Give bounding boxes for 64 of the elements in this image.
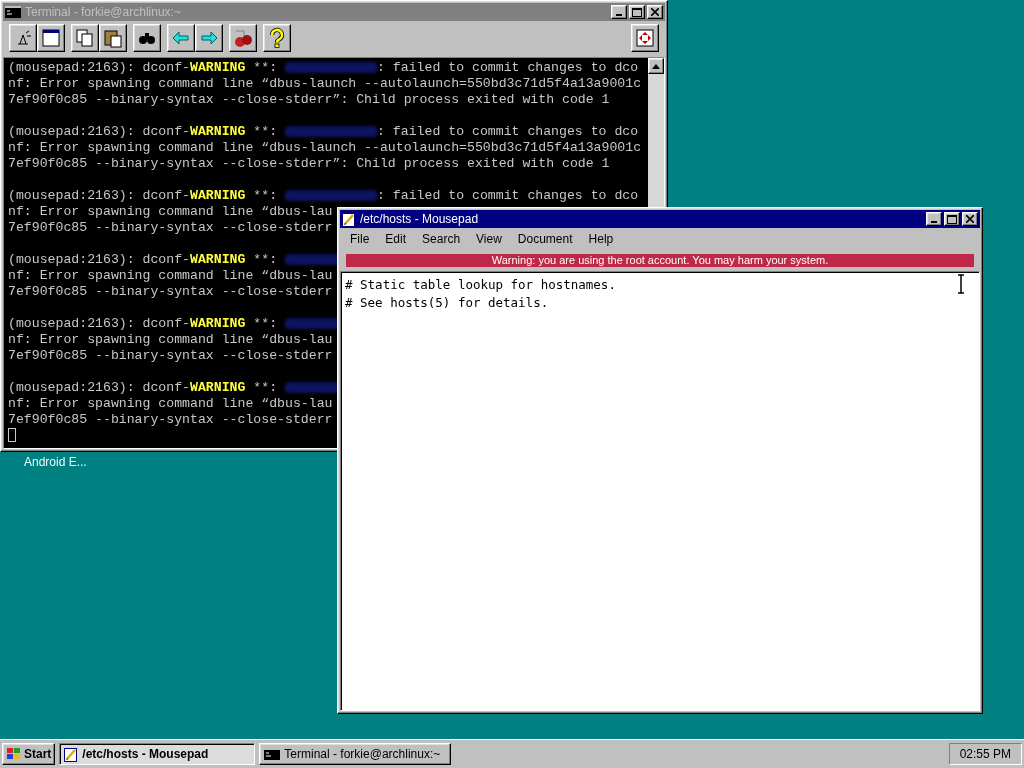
desktop-icon-label[interactable]: Android E... <box>24 455 87 469</box>
menu-item[interactable]: File <box>342 232 378 246</box>
terminal-line: nf: Error spawning command line “dbus-launch --autolaunch=550bd3c71d5f4a13a9001c <box>8 140 642 156</box>
text-line: # Static table lookup for hostnames. <box>345 276 616 294</box>
terminal-line: 7ef90f0c85 --binary-syntax --close-stderr <box>8 348 333 364</box>
terminal-icon <box>264 748 281 760</box>
window-icon <box>40 27 62 49</box>
menu-item[interactable]: Search <box>414 232 469 246</box>
terminal-icon <box>5 6 21 18</box>
up-arrow-icon <box>652 63 660 69</box>
window-title: /etc/hosts - Mousepad <box>360 212 479 226</box>
taskbar-button[interactable]: /etc/hosts - Mousepad <box>59 743 256 765</box>
back-button[interactable] <box>167 24 195 52</box>
terminal-line: nf: Error spawning command line “dbus-lau <box>8 268 333 284</box>
text-line: # See hosts(5) for details. <box>345 294 549 312</box>
clock: 02:55 PM <box>948 743 1022 765</box>
minimize-button[interactable] <box>611 5 627 19</box>
help-button[interactable] <box>263 24 291 52</box>
menu-item[interactable]: Help <box>580 232 622 246</box>
find-button[interactable] <box>133 24 161 52</box>
maximize-icon <box>947 214 957 224</box>
terminal-line: 7ef90f0c85 --binary-syntax --close-stderr <box>8 284 333 300</box>
maximize-icon <box>632 7 642 17</box>
flag-icon <box>6 747 22 761</box>
ibeam-cursor-icon <box>957 274 965 294</box>
close-button[interactable] <box>647 5 663 19</box>
window-title: Terminal - forkie@archlinux:~ <box>25 5 181 19</box>
close-button[interactable] <box>962 212 978 226</box>
fireworks-button[interactable] <box>229 24 257 52</box>
terminal-line: nf: Error spawning command line “dbus-lau <box>8 204 333 220</box>
terminal-line: nf: Error spawning command line “dbus-launch --autolaunch=550bd3c71d5f4a13a9001c <box>8 76 642 92</box>
maximize-button[interactable] <box>944 212 960 226</box>
terminal-line: 7ef90f0c85 --binary-syntax --close-stderr <box>8 412 333 428</box>
start-button[interactable]: Start <box>2 743 56 765</box>
terminal-line: (mousepad:2163): dconf-WARNING **: : failed to commit changes to dco <box>8 60 639 76</box>
copy-button[interactable] <box>71 24 99 52</box>
paste-icon <box>102 27 124 49</box>
text-editor[interactable]: # Static table lookup for hostnames. # See hosts(5) for details. <box>340 271 980 711</box>
close-icon <box>966 215 974 223</box>
text-cursor <box>8 428 16 442</box>
warning-banner: Warning: you are using the root account. You may harm your system. <box>346 254 974 267</box>
close-icon <box>651 8 659 16</box>
terminal-line: 7ef90f0c85 --binary-syntax --close-stderr <box>8 220 333 236</box>
fullscreen-button[interactable] <box>631 24 659 52</box>
maximize-button[interactable] <box>629 5 645 19</box>
paste-button[interactable] <box>99 24 127 52</box>
settings-button[interactable] <box>9 24 37 52</box>
terminal-line: (mousepad:2163): dconf-WARNING **: : failed to commit changes to dco <box>8 124 639 140</box>
window-button[interactable] <box>37 24 65 52</box>
menu-item[interactable]: View <box>468 232 510 246</box>
taskbar-button[interactable]: Terminal - forkie@archlinux:~ <box>259 743 452 765</box>
terminal-line: 7ef90f0c85 --binary-syntax --close-stderr”: Child process exited with code 1 <box>8 92 610 108</box>
terminal-line: nf: Error spawning command line “dbus-lau <box>8 332 333 348</box>
minimize-button[interactable] <box>926 212 942 226</box>
menu-item[interactable]: Document <box>509 232 581 246</box>
terminal-line: (mousepad:2163): dconf-WARNING **: : failed to commit changes to dco <box>8 188 639 204</box>
notepad-icon <box>64 746 79 762</box>
forward-button[interactable] <box>195 24 223 52</box>
terminal-line: nf: Error spawning command line “dbus-lau <box>8 396 333 412</box>
menu-item[interactable]: Edit <box>377 232 415 246</box>
copy-icon <box>74 27 96 49</box>
terminal-line: 7ef90f0c85 --binary-syntax --close-stderr”: Child process exited with code 1 <box>8 156 610 172</box>
fullscreen-icon <box>634 27 656 49</box>
scroll-up-button[interactable] <box>648 58 664 74</box>
